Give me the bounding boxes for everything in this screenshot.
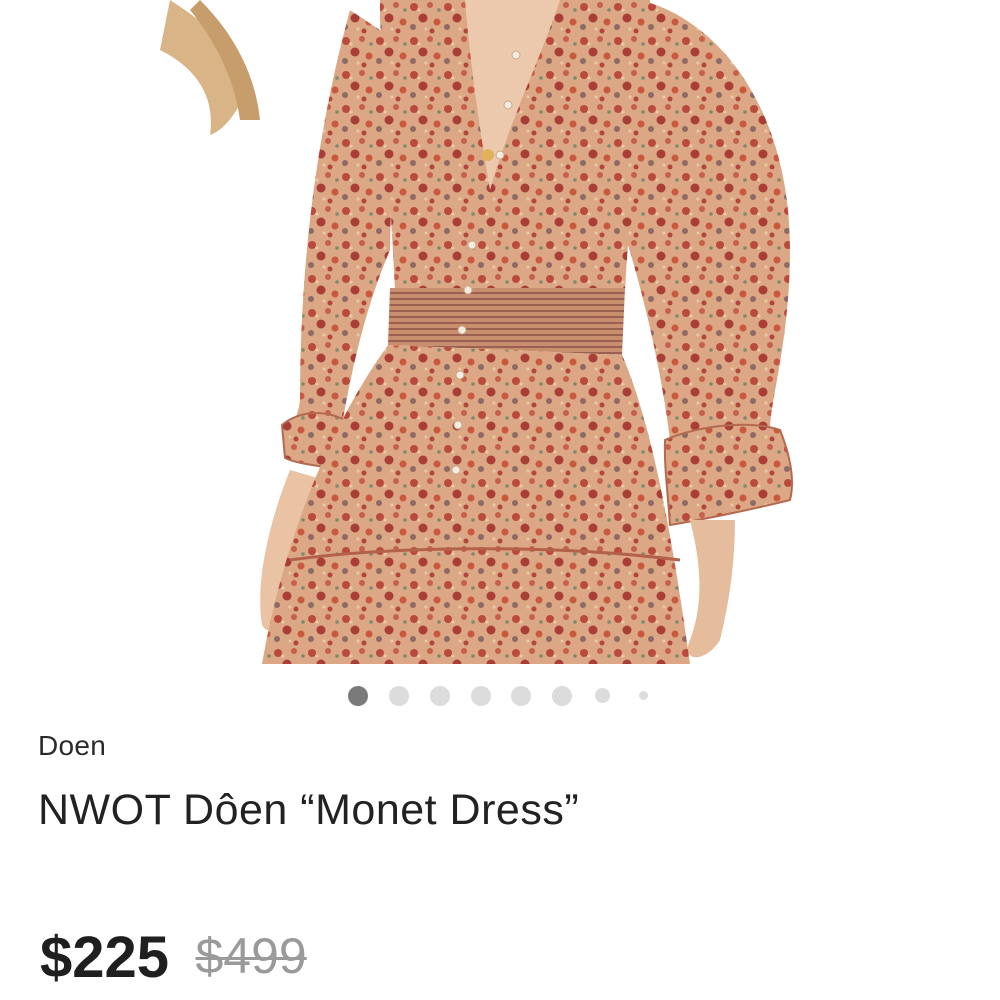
brand-link[interactable]: Doen bbox=[38, 730, 106, 762]
gallery-dot-7[interactable] bbox=[595, 688, 610, 703]
gallery-dot-8[interactable] bbox=[639, 691, 648, 700]
price-row: $225 $499 bbox=[40, 924, 307, 991]
gallery-dot-4[interactable] bbox=[471, 686, 491, 706]
gallery-dot-5[interactable] bbox=[511, 686, 531, 706]
gallery-dot-1[interactable] bbox=[348, 686, 368, 706]
listing-title: NWOT Dôen “Monet Dress” bbox=[38, 786, 580, 834]
gallery-pagination[interactable] bbox=[0, 684, 1000, 706]
original-price: $499 bbox=[195, 928, 307, 984]
gallery-dot-3[interactable] bbox=[430, 686, 450, 706]
gallery-dot-6[interactable] bbox=[552, 686, 572, 706]
dress-illustration bbox=[160, 0, 793, 664]
gallery-dot-2[interactable] bbox=[389, 686, 409, 706]
current-price: $225 bbox=[40, 925, 170, 990]
product-photo[interactable] bbox=[0, 0, 1000, 664]
